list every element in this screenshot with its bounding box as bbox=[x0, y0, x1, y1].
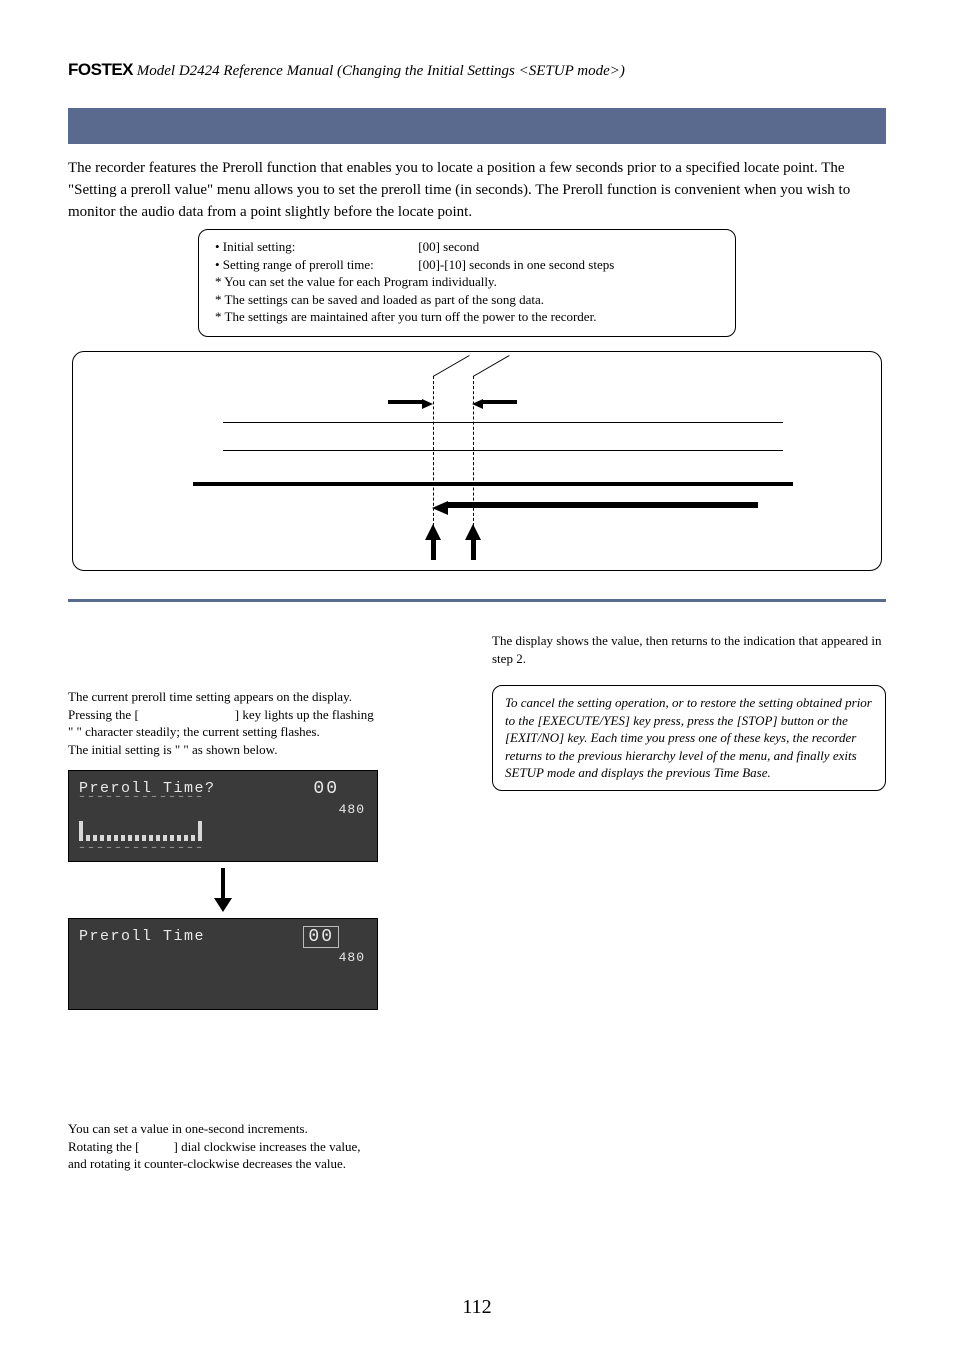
settings-info-box: • Initial setting: [00] second • Setting… bbox=[198, 229, 736, 337]
lcd-value: 00 bbox=[303, 925, 339, 949]
text-line: Pressing the [ ] key lights up the flashi… bbox=[68, 706, 462, 724]
info-note: * The settings can be saved and loaded a… bbox=[215, 291, 719, 309]
text-line: The current preroll time setting appears… bbox=[68, 688, 462, 706]
arrow-down-icon bbox=[68, 868, 378, 912]
text-line: and rotating it counter-clockwise decrea… bbox=[68, 1155, 462, 1173]
lcd-display: Preroll Time? –––––––––––––– 00 480 ––––… bbox=[68, 770, 378, 862]
step-paragraph: You can set a value in one-second increm… bbox=[68, 1120, 462, 1173]
header-title: Model D2424 Reference Manual (Changing t… bbox=[137, 63, 625, 79]
info-value: [00]-[10] seconds in one second steps bbox=[418, 257, 614, 272]
text-line: You can set a value in one-second increm… bbox=[68, 1120, 462, 1138]
intro-paragraph: The recorder features the Preroll functi… bbox=[68, 158, 886, 223]
info-value: [00] second bbox=[418, 239, 479, 254]
step-paragraph: The current preroll time setting appears… bbox=[68, 688, 462, 758]
brand-logo: FOSTEX bbox=[68, 60, 133, 79]
lcd-value: 00 bbox=[313, 777, 339, 801]
info-note: * You can set the value for each Program… bbox=[215, 273, 719, 291]
text-fragment: ] key lights up the flashing bbox=[235, 707, 374, 722]
text-fragment: Pressing the [ bbox=[68, 707, 139, 722]
two-column-body: The current preroll time setting appears… bbox=[68, 632, 886, 1173]
lcd-sub-value: 480 bbox=[339, 801, 365, 819]
result-paragraph: The display shows the value, then return… bbox=[492, 632, 886, 667]
right-column: The display shows the value, then return… bbox=[492, 632, 886, 1173]
section-title-bar bbox=[68, 108, 886, 144]
lcd-meter bbox=[79, 819, 297, 841]
lcd-display: Preroll Time 00 480 bbox=[68, 918, 378, 1010]
info-label: • Initial setting: bbox=[215, 238, 415, 256]
info-line: • Setting range of preroll time: [00]-[1… bbox=[215, 256, 719, 274]
page-header: FOSTEX Model D2424 Reference Manual (Cha… bbox=[68, 60, 886, 80]
preroll-diagram bbox=[72, 351, 882, 571]
cancel-note-box: To cancel the setting operation, or to r… bbox=[492, 685, 886, 791]
text-line: The initial setting is " " as shown belo… bbox=[68, 741, 462, 759]
lcd-sub-value: 480 bbox=[339, 949, 365, 967]
lcd-dots: –––––––––––––– bbox=[79, 791, 205, 805]
text-line: Rotating the [ ] dial clockwise increases… bbox=[68, 1138, 462, 1156]
lcd-text: Preroll Time bbox=[79, 927, 205, 947]
page-number: 112 bbox=[0, 1296, 954, 1319]
lcd-sequence: Preroll Time? –––––––––––––– 00 480 ––––… bbox=[68, 770, 462, 1010]
text-fragment: ] dial clockwise increases the value, bbox=[174, 1139, 361, 1154]
text-fragment: Rotating the [ bbox=[68, 1139, 140, 1154]
info-line: • Initial setting: [00] second bbox=[215, 238, 719, 256]
left-column: The current preroll time setting appears… bbox=[68, 632, 462, 1173]
lcd-dots: –––––––––––––– bbox=[79, 842, 205, 856]
text-line: " " character steadily; the current sett… bbox=[68, 723, 462, 741]
info-label: • Setting range of preroll time: bbox=[215, 256, 415, 274]
info-note: * The settings are maintained after you … bbox=[215, 308, 719, 326]
section-rule bbox=[68, 599, 886, 602]
